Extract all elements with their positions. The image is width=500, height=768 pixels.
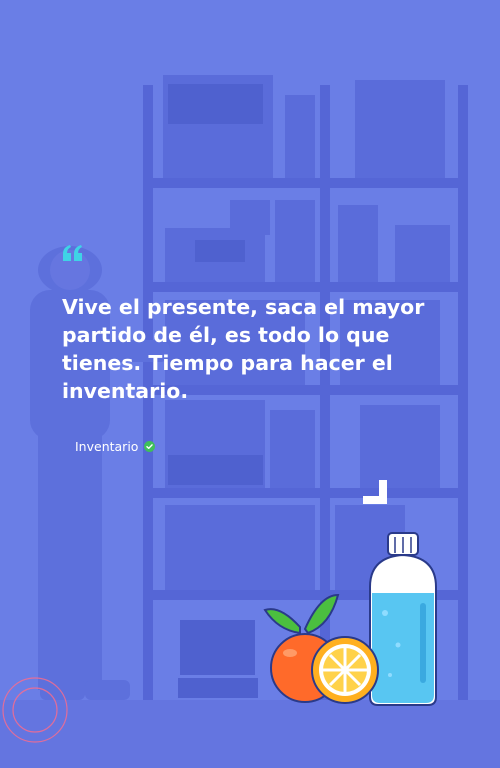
author-name: Inventario (75, 438, 139, 454)
decorative-circles (2, 677, 68, 743)
author[interactable]: Inventario (75, 437, 156, 455)
quote-icon (63, 245, 82, 261)
orange-slice-icon (311, 636, 379, 704)
check-circle-icon (144, 440, 156, 452)
corner-bracket-icon (363, 480, 387, 504)
quote-text: Vive el presente, saca el mayor partido … (62, 295, 425, 403)
water-bottle-icon (369, 532, 437, 706)
quote-card: Vive el presente, saca el mayor partido … (0, 0, 500, 768)
fruit-bottle-illustration (263, 532, 437, 706)
